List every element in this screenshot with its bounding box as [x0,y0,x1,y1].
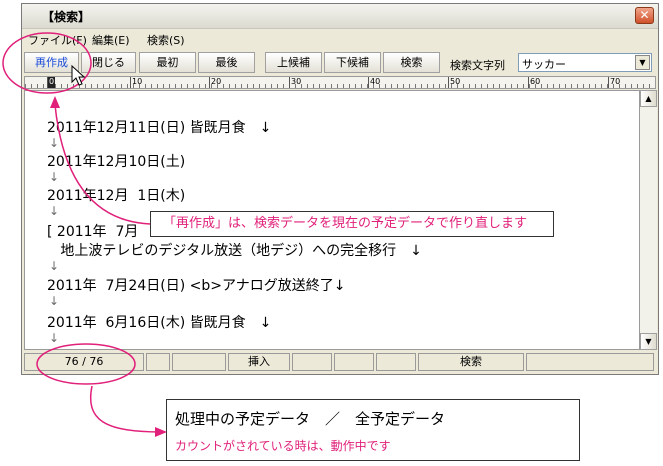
menu-search[interactable]: 検索(S) [147,32,185,48]
ruler-mark: 20 [209,77,222,88]
menu-edit[interactable]: 編集(E) [92,32,130,48]
title-bar: 【検索】 ✕ [22,4,658,29]
window-title: 【検索】 [42,10,91,24]
status-cell [376,353,416,371]
menu-file[interactable]: ファイル(F) [28,32,87,48]
line-break-mark: ↓ [49,331,60,345]
first-button[interactable]: 最初 [139,52,196,73]
last-button[interactable]: 最後 [198,52,255,73]
ruler-mark: 10 [130,77,143,88]
counter-callout-arrow [90,385,161,433]
line-break-mark: ↓ [49,136,60,150]
status-cell [292,353,332,371]
ruler-mark: 60 [528,77,541,88]
result-line: 地上波テレビのデジタル放送（地デジ）への完全移行 ↓ [47,243,422,259]
line-break-mark: ↓ [49,170,60,184]
insert-mode-indicator: 挿入 [228,353,290,371]
toolbar: 再作成 閉じる 最初 最後 上候補 下候補 検索 検索文字列 サッカー ▼ [22,50,658,76]
ruler-mark: 0 [47,77,56,88]
record-counter: 76 / 76 [24,353,144,371]
status-bar: 76 / 76 挿入 検索 [22,351,658,374]
result-line: 2011年 7月24日(日) <b>アナログ放送終了↓ [47,278,346,294]
prev-candidate-button[interactable]: 上候補 [265,52,322,73]
line-break-mark: ↓ [49,294,60,308]
result-line: 2011年 6月16日(木) 皆既月食 ↓ [47,315,272,331]
ruler-mark: 30 [289,77,302,88]
result-line: 2011年12月10日(土) [47,154,186,170]
next-candidate-button[interactable]: 下候補 [324,52,381,73]
search-value: サッカー [522,58,566,71]
search-button[interactable]: 検索 [383,52,440,73]
result-line: 2011年12月 1日(木) [47,188,186,204]
close-icon: ✕ [639,8,650,22]
status-cell [526,353,654,371]
scroll-down-icon[interactable]: ▼ [640,333,657,350]
search-label: 検索文字列 [450,59,505,72]
close-button[interactable]: ✕ [635,7,654,24]
counter-callout-note: カウントがされている時は、動作中です [175,439,391,453]
ruler-mark: 40 [368,77,381,88]
line-break-mark: ↓ [49,97,60,111]
counter-callout: 処理中の予定データ ／ 全予定データ カウントがされている時は、動作中です [166,399,580,461]
ruler-mark: 70 [608,77,621,88]
chevron-down-icon[interactable]: ▼ [635,55,650,70]
counter-callout-title: 処理中の予定データ ／ 全予定データ [175,410,446,428]
menu-bar: ファイル(F) 編集(E) 検索(S) [22,29,658,49]
scroll-up-icon[interactable]: ▲ [640,90,657,107]
search-combo[interactable]: サッカー ▼ [518,53,652,72]
line-break-mark: ↓ [49,204,60,218]
close-view-button[interactable]: 閉じる [81,52,136,73]
result-line: [ 2011年 7月 [47,224,139,240]
status-cell [334,353,374,371]
search-window: 【検索】 ✕ ファイル(F) 編集(E) 検索(S) 再作成 閉じる 最初 最後… [21,3,659,375]
status-cell [172,353,226,371]
result-line: 2011年12月11日(日) 皆既月食 ↓ [47,120,272,136]
status-cell [146,353,170,371]
line-break-mark: ↓ [49,259,60,273]
column-ruler: 0 10 20 30 40 50 60 70 [24,76,656,89]
search-mode-indicator: 検索 [418,353,524,371]
vertical-scrollbar[interactable]: ▲ ▼ [640,90,657,350]
ruler-mark: 50 [448,77,461,88]
rebuild-callout: 「再作成」は、検索データを現在の予定データで作り直します [150,211,554,237]
rebuild-button[interactable]: 再作成 [24,52,79,73]
